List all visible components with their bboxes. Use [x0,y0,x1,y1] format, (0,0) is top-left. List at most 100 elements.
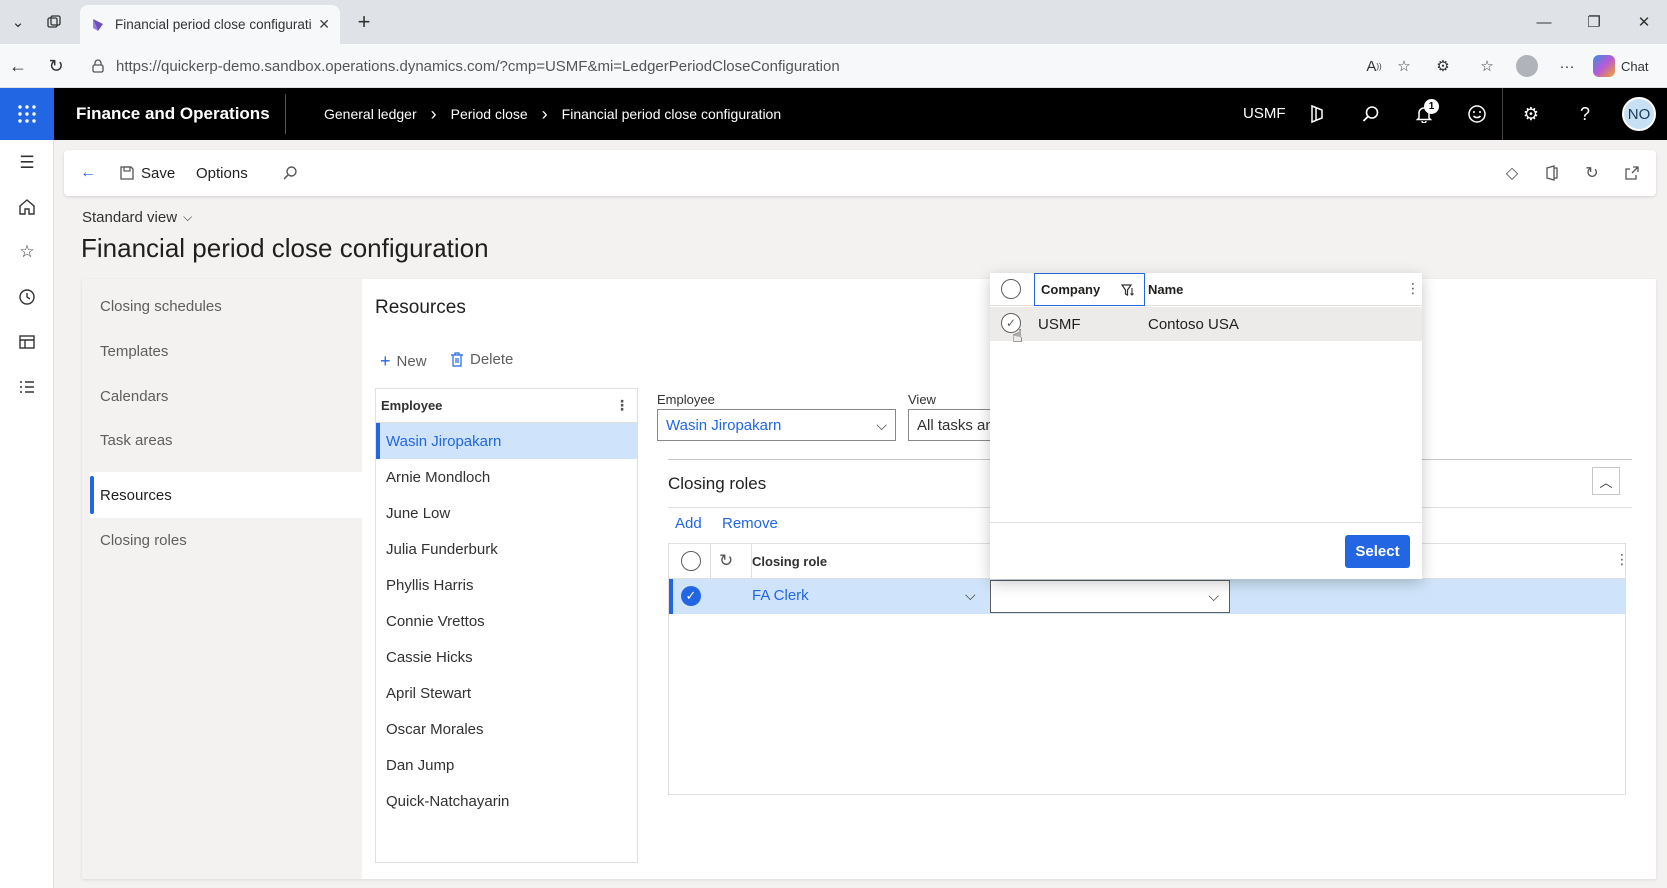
refresh-icon[interactable]: ↻ [1580,161,1604,185]
list-item[interactable]: Connie Vrettos [376,603,637,639]
workspaces-icon[interactable] [40,8,68,36]
open-new-window-icon[interactable] [1620,161,1644,185]
list-item[interactable]: April Stewart [376,675,637,711]
tab-calendars[interactable]: Calendars [100,388,168,405]
select-all-radio[interactable] [681,551,701,571]
settings-gear-icon[interactable]: ⚙ [1518,101,1544,127]
employee-filter-value: Wasin Jiropakarn [666,416,782,434]
save-button[interactable]: Save [119,150,175,196]
tab-closing-roles[interactable]: Closing roles [100,532,187,549]
refresh-icon[interactable]: ↻ [719,551,733,571]
home-icon[interactable] [14,194,40,220]
list-item[interactable]: Cassie Hicks [376,639,637,675]
view-selector[interactable]: Standard view ⌵ [82,209,192,226]
tab-actions-chevron-icon[interactable]: ⌄ [4,8,32,36]
column-divider [710,544,711,579]
new-tab-button[interactable]: + [350,8,378,36]
profile-icon[interactable] [1514,53,1540,79]
name-column-header[interactable]: Name [1148,282,1183,297]
select-button[interactable]: Select [1345,535,1410,568]
app-title[interactable]: Finance and Operations [76,88,270,140]
favorites-bar-icon[interactable]: ☆ [1474,53,1500,79]
remove-button[interactable]: Remove [722,515,778,532]
tab-resources[interactable]: Resources [100,487,172,504]
list-item[interactable]: Arnie Mondloch [376,459,637,495]
chevron-right-icon: › [541,103,548,124]
tab-task-areas[interactable]: Task areas [100,432,173,449]
list-item[interactable]: Julia Funderburk [376,531,637,567]
breadcrumb-period-close[interactable]: Period close [451,106,528,122]
view-filter-combo[interactable]: All tasks an [908,409,998,441]
filter-icon[interactable] [1121,284,1136,297]
closing-role-cell[interactable]: FA Clerk [752,587,809,604]
table-row[interactable]: ✓ USMF Contoso USA [990,307,1422,341]
employee-filter-combo[interactable]: Wasin Jiropakarn ⌵ [657,409,896,441]
copilot-icon [1593,55,1615,77]
tab-closing-schedules[interactable]: Closing schedules [100,298,222,315]
app-bar: Finance and Operations General ledger › … [0,88,1667,140]
restore-button[interactable]: ❐ [1574,8,1614,36]
copilot-chat-button[interactable]: Chat [1593,52,1648,80]
closing-role-column-header[interactable]: Closing role [752,554,827,569]
breadcrumb-general-ledger[interactable]: General ledger [324,106,417,122]
site-info-icon[interactable] [90,58,106,74]
app-launcher-waffle-icon[interactable] [0,88,54,140]
url-field[interactable]: https://quickerp-demo.sandbox.operations… [80,50,1380,82]
search-icon[interactable] [278,161,302,185]
options-tab[interactable]: Options [196,150,248,196]
list-item[interactable]: Wasin Jiropakarn [376,423,637,459]
workspaces-icon[interactable] [14,329,40,355]
power-apps-diamond-icon[interactable]: ◇ [1500,161,1524,185]
chevron-down-icon[interactable]: ⌵ [965,587,976,604]
refresh-icon[interactable]: ↻ [42,52,70,80]
tab-title: Financial period close configuratio [115,17,313,32]
name-cell[interactable]: Contoso USA [1148,316,1239,333]
delete-button[interactable]: Delete [450,351,513,368]
modules-list-icon[interactable] [14,374,40,400]
chevron-down-icon[interactable]: ⌵ [1208,588,1219,605]
list-item[interactable]: Oscar Morales [376,711,637,747]
tab-close-icon[interactable]: ✕ [318,16,330,33]
more-menu-icon[interactable]: ··· [1554,53,1580,79]
office-icon[interactable] [1540,161,1564,185]
favorites-star-icon[interactable]: ☆ [14,239,40,265]
back-arrow-icon[interactable]: ← [76,161,100,185]
recent-clock-icon[interactable] [14,284,40,310]
feedback-smiley-icon[interactable] [1464,101,1490,127]
save-icon [120,166,134,180]
collapse-section-button[interactable]: ︿ [1592,467,1620,495]
breadcrumb-current-page[interactable]: Financial period close configuration [562,106,781,122]
list-item[interactable]: Quick-Natchayarin [376,783,637,819]
close-window-button[interactable]: ✕ [1624,8,1664,36]
list-item[interactable]: Dan Jump [376,747,637,783]
select-all-radio[interactable] [1001,279,1021,299]
read-aloud-icon[interactable]: A)) [1361,53,1387,79]
save-label: Save [141,164,176,182]
user-avatar[interactable]: NO [1622,97,1656,131]
list-item[interactable]: June Low [376,495,637,531]
search-icon[interactable] [1358,101,1384,127]
dynamics-brand-icon[interactable] [1304,101,1330,127]
row-selected-check-icon[interactable]: ✓ [681,586,701,606]
favorite-star-icon[interactable]: ☆ [1391,53,1417,79]
company-picker[interactable]: USMF [1243,88,1286,140]
back-arrow-icon[interactable]: ← [4,52,32,80]
column-options-icon[interactable]: ⋮ [1406,280,1420,297]
extensions-icon[interactable]: ⚙ [1430,53,1456,79]
new-button[interactable]: + New [380,351,427,372]
help-icon[interactable]: ? [1572,101,1598,127]
company-cell[interactable]: USMF [1038,316,1081,333]
column-options-icon[interactable]: ⋮ [615,397,629,414]
hamburger-menu-icon[interactable]: ☰ [14,150,40,176]
browser-tab[interactable]: Financial period close configuratio ✕ [80,5,340,44]
tab-templates[interactable]: Templates [100,343,168,360]
add-button[interactable]: Add [675,515,702,532]
breadcrumb: General ledger › Period close › Financia… [324,88,781,140]
column-options-icon[interactable]: ⋮ [1615,551,1629,568]
company-column-header[interactable]: Company [1034,273,1145,306]
closing-roles-title[interactable]: Closing roles [668,474,766,494]
employee-column-header[interactable]: Employee ⋮ [376,389,637,423]
minimize-button[interactable]: — [1524,8,1564,36]
list-item[interactable]: Phyllis Harris [376,567,637,603]
company-lookup-field[interactable]: ⌵ [990,580,1230,613]
